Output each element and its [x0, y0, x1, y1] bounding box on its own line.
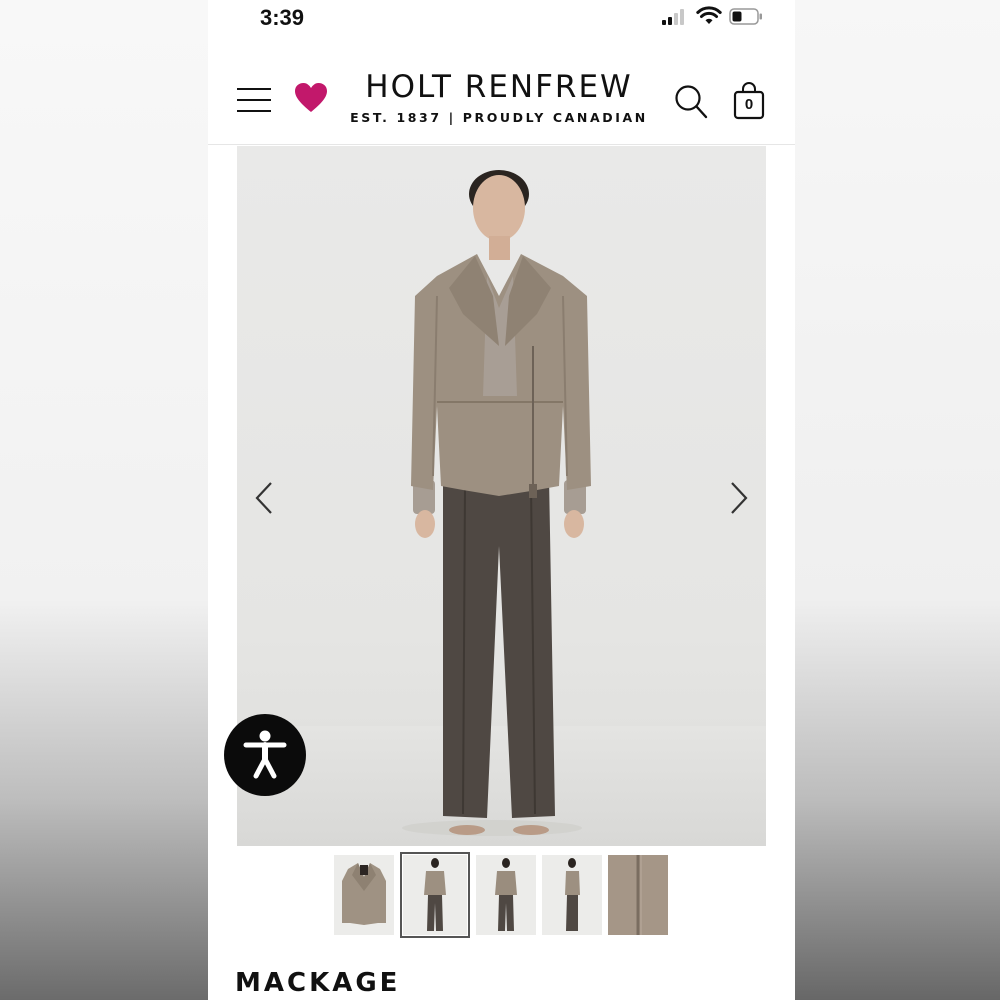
- status-time: 3:39: [260, 5, 305, 30]
- thumbnail-strip: [334, 852, 668, 938]
- signal-icon: [662, 9, 684, 25]
- brand-tagline: EST. 1837 | PROUDLY CANADIAN: [350, 110, 648, 125]
- phone-screen: 3:39 HOLT RENFREW EST. 1837 | PROUDLY CA…: [208, 0, 795, 1000]
- thumbnail-jacket-front[interactable]: [334, 855, 394, 935]
- next-image-arrow-icon[interactable]: [724, 478, 754, 518]
- bag-count: 0: [744, 96, 754, 113]
- shopping-bag-button[interactable]: 0: [733, 82, 765, 120]
- wifi-icon: [696, 6, 722, 24]
- accessibility-icon: [243, 730, 287, 779]
- thumbnail-zipper-detail[interactable]: [608, 855, 668, 935]
- background-left: [0, 0, 208, 1000]
- thumbnail-full-look-side[interactable]: [542, 855, 602, 935]
- thumbnail-image: [608, 855, 668, 935]
- previous-image-arrow-icon[interactable]: [249, 478, 279, 518]
- accessibility-button[interactable]: [224, 714, 306, 796]
- background-right: [795, 0, 1000, 1000]
- heart-icon[interactable]: [294, 82, 328, 114]
- thumbnail-image: [424, 858, 446, 931]
- battery-icon: [729, 8, 762, 25]
- site-header: HOLT RENFREW EST. 1837 | PROUDLY CANADIA…: [208, 60, 795, 145]
- product-main-image[interactable]: [237, 146, 766, 846]
- thumbnail-image: [342, 863, 386, 925]
- thumbnail-full-look-back[interactable]: [476, 855, 536, 935]
- brand-logo[interactable]: HOLT RENFREW EST. 1837 | PROUDLY CANADIA…: [349, 68, 649, 125]
- model-photo: [237, 170, 766, 846]
- thumbnail-full-look-front[interactable]: [400, 852, 470, 938]
- menu-icon[interactable]: [237, 88, 273, 114]
- thumbnail-image: [565, 858, 580, 931]
- search-icon[interactable]: [674, 84, 708, 120]
- thumbnail-image: [495, 858, 517, 931]
- product-brand[interactable]: MACKAGE: [235, 968, 400, 998]
- brand-name: HOLT RENFREW: [365, 69, 633, 105]
